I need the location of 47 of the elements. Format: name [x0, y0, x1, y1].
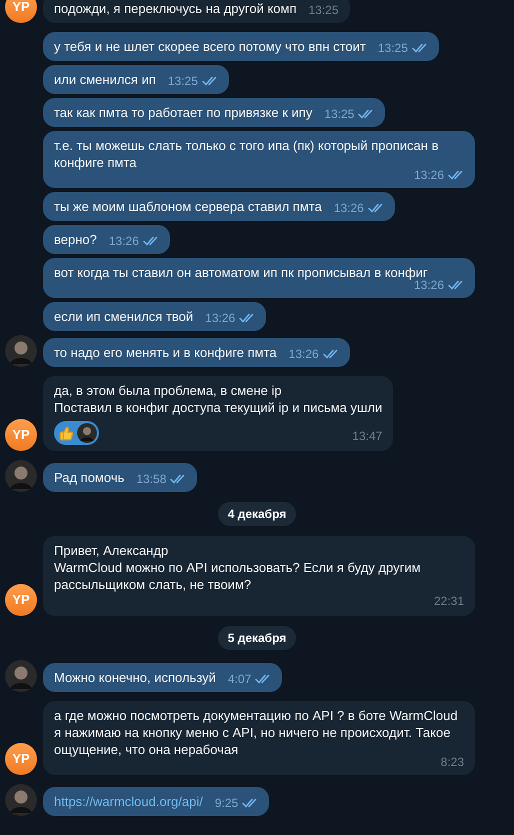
message-time: 13:26: [288, 347, 319, 361]
message-text: Рад помочь: [54, 469, 124, 486]
user-avatar[interactable]: [5, 784, 37, 816]
user-avatar[interactable]: [5, 335, 37, 367]
user-avatar[interactable]: YP: [5, 419, 37, 451]
message-time: 13:25: [168, 74, 198, 88]
message-time: 13:58: [136, 472, 166, 486]
message-text: Поставил в конфиг доступа текущий ip и письма ушли: [54, 399, 382, 416]
message-link[interactable]: https://warmcloud.org/api/: [54, 793, 203, 810]
user-avatar[interactable]: YP: [5, 584, 37, 616]
message-time: 9:25: [214, 796, 238, 810]
message-time: 13:26: [414, 278, 444, 292]
message-text: т.е. ты можешь слать только с того ипа (пк) который прописан в конфиге пмта: [54, 137, 440, 170]
message-time: 8:23: [440, 755, 464, 769]
user-avatar[interactable]: YP: [5, 743, 37, 775]
message-text: подожди, я переключусь на другой комп: [54, 0, 296, 17]
message-text: вот когда ты ставил он автоматом ип пк прописывал в конфиг: [54, 264, 428, 280]
message-text: а где можно посмотреть документацию по API ? в боте WarmCloud я нажимаю на кнопку меню с API, но ничего не происходит. Такое ощущение, что она нерабочая: [54, 707, 459, 758]
date-separator: 5 декабря: [218, 626, 296, 650]
date-separator: 4 декабря: [218, 502, 296, 526]
message-time: 13:25: [378, 41, 408, 55]
message-text: или сменился ип: [54, 71, 156, 88]
user-avatar[interactable]: YP: [5, 0, 37, 23]
message-time: 13:26: [334, 201, 364, 215]
message-text: так как пмта то работает по привязке к ипу: [54, 104, 312, 121]
message-time: 13:26: [414, 168, 444, 182]
message-time: 4:07: [228, 672, 252, 686]
message-text: если ип сменился твой: [54, 308, 194, 325]
message-time: 13:26: [205, 311, 236, 325]
message-time: 13:26: [108, 234, 139, 248]
user-avatar[interactable]: [5, 660, 37, 692]
message-text: у тебя и не шлет скорее всего потому что впн стоит: [54, 38, 366, 55]
message-text: WarmCloud можно по API использовать? Если я буду другим рассыльщиком слать, не твоим?: [54, 559, 422, 593]
message-time: 13:25: [308, 3, 339, 17]
message-text: верно?: [54, 231, 97, 248]
message-time: 13:25: [324, 107, 354, 121]
user-avatar[interactable]: [77, 423, 97, 443]
message-time: 13:47: [352, 429, 382, 443]
message-text: Можно конечно, используй: [54, 669, 216, 686]
message-text: ты же моим шаблоном сервера ставил пмта: [54, 198, 322, 215]
reaction-badge[interactable]: [54, 421, 99, 445]
thumbs-up-icon: [59, 426, 74, 440]
message-text: то надо его менять и в конфиге пмта: [54, 344, 277, 361]
user-avatar[interactable]: [5, 460, 37, 492]
message-time: 22:31: [434, 594, 464, 608]
message-text: да, в этом была проблема, в смене ip: [54, 382, 283, 399]
message-text: Привет, Александр: [54, 542, 170, 559]
